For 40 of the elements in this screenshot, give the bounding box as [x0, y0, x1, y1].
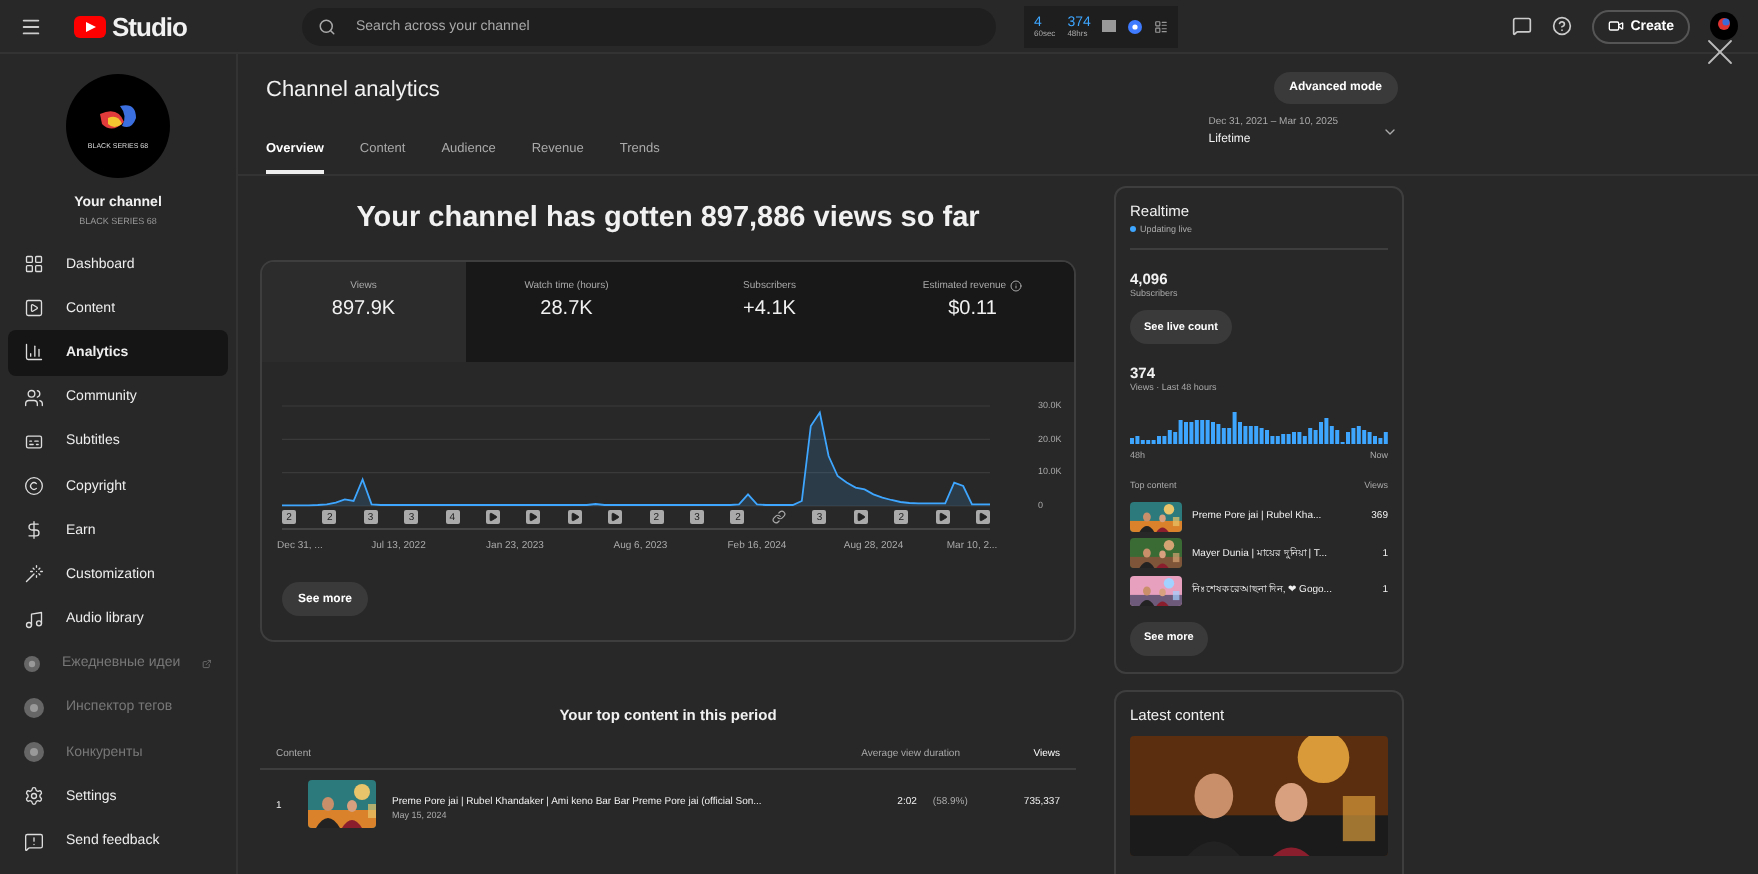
wand-icon	[24, 564, 44, 585]
feedback-icon	[24, 831, 44, 852]
menu-icon[interactable]	[20, 15, 42, 37]
video-marker[interactable]	[935, 510, 949, 524]
people-icon	[24, 387, 44, 408]
avatar-icon[interactable]	[1710, 12, 1738, 40]
video-icon	[24, 298, 44, 319]
headline: Your channel has gotten 897,886 views so far	[356, 202, 980, 234]
play-logo-icon	[74, 15, 106, 37]
dollar-icon	[24, 520, 44, 541]
copyright-icon	[24, 476, 44, 497]
extension-icon	[24, 653, 40, 674]
video-marker[interactable]	[853, 510, 868, 524]
dashboard-icon	[24, 254, 44, 275]
video-marker[interactable]	[608, 510, 623, 524]
video-marker[interactable]	[975, 510, 990, 524]
link-icon[interactable]	[771, 510, 786, 524]
metric-value: 897.9K	[331, 298, 396, 320]
metric-value: $0.11	[948, 298, 997, 320]
message-icon[interactable]	[1512, 16, 1533, 36]
search-icon	[318, 17, 336, 35]
subtitles-icon	[24, 431, 44, 452]
video-marker[interactable]	[526, 510, 541, 524]
page-title: Channel analytics	[266, 78, 442, 102]
music-icon	[24, 609, 44, 630]
extension-icon	[24, 697, 44, 718]
metric-value: +4.1K	[743, 298, 796, 320]
video-marker[interactable]	[567, 510, 582, 524]
circle-icon	[1128, 19, 1143, 33]
extension-icon	[24, 742, 44, 763]
logo-text: Studio	[112, 11, 187, 41]
settings-icon	[24, 786, 44, 807]
live-dot-icon	[1130, 226, 1136, 232]
image-icon	[1102, 20, 1117, 32]
help-icon[interactable]	[1552, 16, 1573, 36]
video-camera-icon	[1608, 18, 1625, 34]
video-marker[interactable]	[486, 510, 501, 524]
list-icon	[1154, 19, 1169, 33]
metric-value: 28.7K	[540, 298, 593, 320]
chart-icon	[24, 342, 44, 363]
